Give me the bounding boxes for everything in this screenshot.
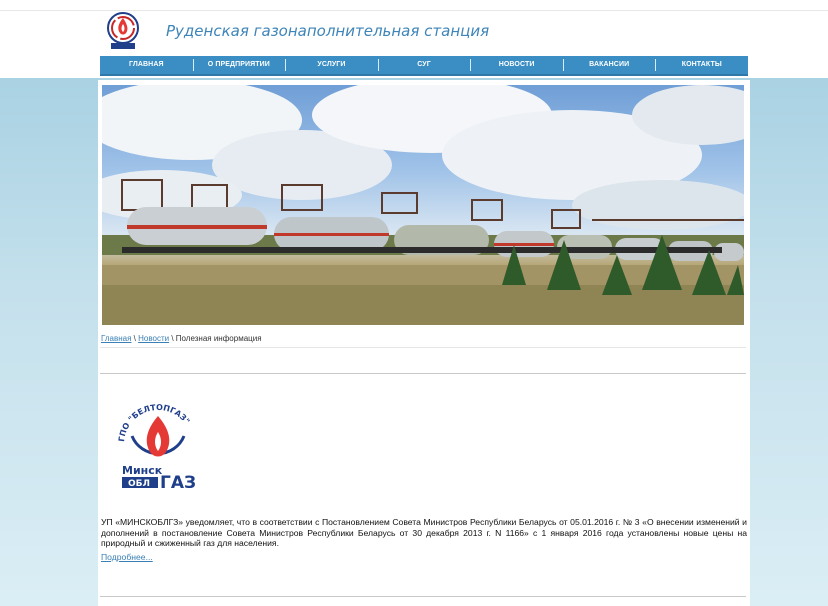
section-divider	[100, 596, 746, 597]
section-divider	[100, 373, 746, 374]
site-title: Руденская газонаполнительная станция	[166, 22, 490, 40]
top-border	[0, 10, 828, 11]
logo-word-gaz: ГАЗ	[160, 473, 196, 493]
nav-home[interactable]: ГЛАВНАЯ	[100, 58, 193, 72]
site-header: Руденская газонаполнительная станция	[100, 12, 748, 54]
nav-vacancies[interactable]: ВАКАНСИИ	[562, 58, 656, 72]
breadcrumb-news-link[interactable]: Новости	[138, 334, 169, 343]
nav-services[interactable]: УСЛУГИ	[285, 58, 378, 72]
nav-contacts[interactable]: КОНТАКТЫ	[655, 58, 748, 72]
logo-word-minsk: Минск	[122, 464, 163, 477]
logo-word-obl: ОБЛ	[128, 479, 150, 489]
breadcrumb-current: Полезная информация	[175, 334, 262, 343]
rail-tank-cars-photo	[102, 85, 744, 325]
breadcrumb: Главная \ Новости \ Полезная информация	[100, 334, 746, 348]
minskoblgaz-logo-icon: ГПО "БЕЛТОПГАЗ" Минск ОБЛ ГАЗ	[117, 403, 198, 493]
nav-about[interactable]: О ПРЕДПРИЯТИИ	[192, 58, 286, 72]
company-logo-icon[interactable]	[106, 12, 140, 50]
nav-lpg[interactable]: СУГ	[377, 58, 471, 72]
main-content: Главная \ Новости \ Полезная информация …	[98, 80, 750, 606]
news-text: УП «МИНСКОБЛГЗ» уведомляет, что в соотве…	[101, 517, 747, 549]
main-nav: ГЛАВНАЯ О ПРЕДПРИЯТИИ УСЛУГИ СУГ НОВОСТИ…	[100, 56, 748, 76]
nav-news[interactable]: НОВОСТИ	[470, 58, 563, 72]
read-more-link[interactable]: Подробнее...	[101, 552, 153, 562]
banner-image	[102, 85, 744, 325]
breadcrumb-separator: \	[169, 334, 176, 343]
breadcrumb-home-link[interactable]: Главная	[101, 334, 131, 343]
